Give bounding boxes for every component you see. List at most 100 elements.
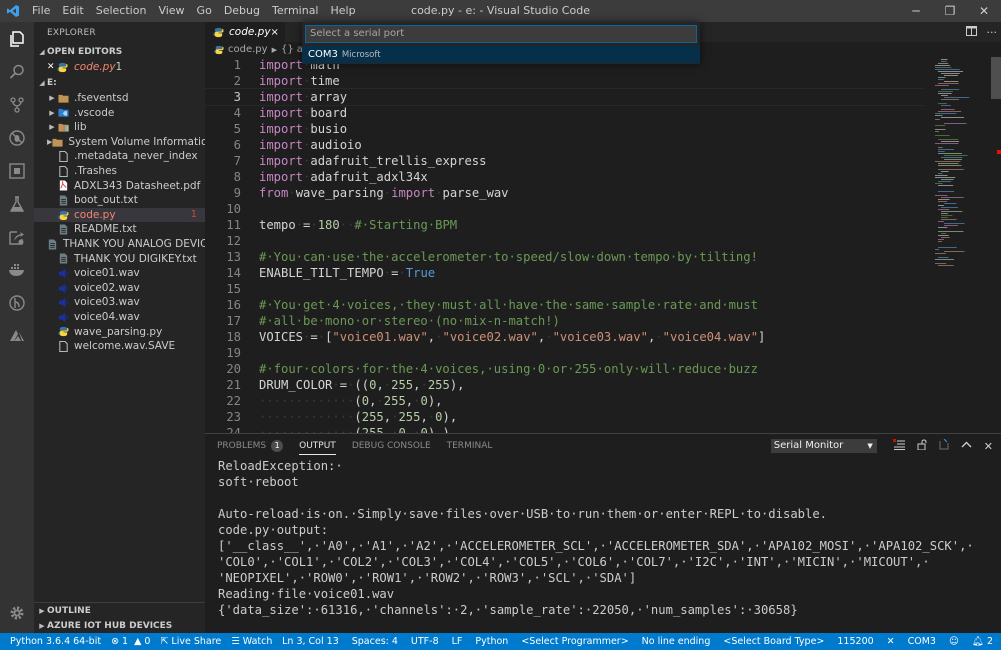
tree-item[interactable]: ▶ System Volume Information — [34, 135, 214, 150]
restore-button[interactable]: ❐ — [933, 0, 967, 22]
tree-item[interactable]: README.txt — [34, 222, 205, 237]
code-line[interactable]: 23 ·············(255,·255,·0), — [205, 409, 925, 425]
code-line[interactable]: 16 #·You·get·4·voices,·they·must·all·have… — [205, 297, 925, 313]
tree-item[interactable]: welcome.wav.SAVE — [34, 339, 205, 354]
open-log-icon[interactable] — [939, 438, 949, 453]
code-line[interactable]: 18 VOICES·=·["voice01.wav",·"voice02.wav"… — [205, 329, 925, 345]
code-line[interactable]: 9 from·wave_parsing·import·parse_wav — [205, 185, 925, 201]
search-icon[interactable] — [0, 55, 34, 88]
code-editor[interactable]: 1 import·math 2 import·time 3 import·array 4 im… — [205, 57, 925, 433]
tab-problems[interactable]: PROBLEMS 1 — [217, 434, 284, 458]
minimize-button[interactable]: ─ — [899, 0, 933, 22]
explorer-icon[interactable] — [0, 22, 34, 55]
live-share-status[interactable]: ⇱ Live Share — [160, 636, 221, 647]
gitlens-icon[interactable] — [0, 286, 34, 319]
outline-section[interactable]: ▶ OUTLINE — [34, 603, 205, 618]
code-line[interactable]: 14 ENABLE_TILT_TEMPO·=·True — [205, 265, 925, 281]
open-editor-item[interactable]: ✕ code.py 1 — [34, 60, 205, 75]
quick-pick-input[interactable]: Select a serial port — [305, 25, 697, 43]
tab-code-py[interactable]: code.py × — [205, 22, 285, 42]
debug-icon[interactable] — [0, 121, 34, 154]
more-actions-icon[interactable]: ··· — [987, 26, 998, 39]
lock-scroll-icon[interactable] — [917, 439, 927, 453]
notifications[interactable]: 🔔︎ 2 — [972, 636, 993, 647]
tree-item[interactable]: ▶ .fseventsd — [34, 91, 205, 106]
scrollbar-thumb[interactable] — [991, 57, 1001, 99]
select-board-type[interactable]: <Select Board Type> — [723, 636, 824, 647]
code-line[interactable]: 5 import·busio — [205, 121, 925, 137]
menu-terminal[interactable]: Terminal — [266, 0, 325, 22]
cursor-position[interactable]: Ln 3, Col 13 — [282, 636, 339, 647]
tree-item[interactable]: .metadata_never_index — [34, 149, 205, 164]
code-line[interactable]: 17 #·all·be·mono·or·stereo·(no·mix-n-matc… — [205, 313, 925, 329]
close-serial-monitor-button[interactable]: ✕ — [887, 636, 895, 647]
minimap[interactable] — [933, 57, 987, 433]
menu-debug[interactable]: Debug — [218, 0, 266, 22]
code-line[interactable]: 12 — [205, 233, 925, 249]
azure-icon[interactable] — [0, 319, 34, 352]
watch-status[interactable]: ☰ Watch — [231, 636, 272, 647]
language-mode[interactable]: Python — [475, 636, 508, 647]
output-console[interactable]: ReloadException:· soft·reboot Auto-reload·… — [205, 458, 1001, 618]
menu-view[interactable]: View — [152, 0, 190, 22]
tree-item[interactable]: voice02.wav — [34, 281, 205, 296]
extensions-icon[interactable] — [0, 154, 34, 187]
baud-rate[interactable]: 115200 — [837, 636, 873, 647]
line-ending-select[interactable]: No line ending — [642, 636, 711, 647]
tree-item[interactable]: voice03.wav — [34, 295, 205, 310]
problems-status[interactable]: ⊗ 1 ▲ 0 — [111, 636, 150, 647]
tree-item[interactable]: ADXL343 Datasheet.pdf — [34, 179, 205, 194]
select-programmer[interactable]: <Select Programmer> — [521, 636, 628, 647]
tree-item[interactable]: THANK YOU ANALOG DEVICES.txt — [34, 237, 239, 252]
code-line[interactable]: 6 import·audioio — [205, 137, 925, 153]
workspace-section[interactable]: ◢ E: — [34, 75, 205, 91]
tree-item[interactable]: code.py 1 — [34, 207, 205, 223]
menu-go[interactable]: Go — [191, 0, 218, 22]
source-control-icon[interactable] — [0, 88, 34, 121]
tab-output[interactable]: OUTPUT — [299, 438, 336, 455]
editor-scrollbar[interactable] — [991, 57, 1001, 433]
test-flask-icon[interactable] — [0, 187, 34, 220]
end-of-line[interactable]: LF — [452, 636, 463, 647]
encoding[interactable]: UTF-8 — [411, 636, 439, 647]
python-interpreter[interactable]: Python 3.6.4 64-bit — [10, 636, 101, 647]
code-line[interactable]: 7 import·adafruit_trellis_express — [205, 153, 925, 169]
tree-item[interactable]: wave_parsing.py — [34, 325, 205, 340]
close-icon[interactable]: ✕ — [47, 60, 57, 75]
tab-debug-console[interactable]: DEBUG CONSOLE — [352, 434, 431, 458]
code-line[interactable]: 3 import·array — [205, 88, 925, 106]
serial-port-select[interactable]: COM3 — [908, 636, 936, 647]
code-line[interactable]: 24 ·············(255,·0,·0),) — [205, 425, 925, 433]
tree-item[interactable]: boot_out.txt — [34, 193, 205, 208]
docker-icon[interactable] — [0, 253, 34, 286]
split-editor-icon[interactable] — [965, 25, 977, 39]
open-editors-section[interactable]: ◢ OPEN EDITORS — [34, 44, 205, 60]
azure-iot-hub-section[interactable]: ▶ AZURE IOT HUB DEVICES — [34, 618, 205, 633]
menu-edit[interactable]: Edit — [56, 0, 89, 22]
clear-output-icon[interactable] — [892, 438, 905, 453]
quick-pick-item[interactable]: COM3 Microsoft — [302, 46, 700, 63]
live-share-icon[interactable] — [0, 220, 34, 253]
code-line[interactable]: 11 tempo·=·180··#·Starting·BPM — [205, 217, 925, 233]
code-line[interactable]: 2 import·time — [205, 73, 925, 89]
breadcrumb-file[interactable]: code.py — [228, 44, 268, 55]
tree-item[interactable]: THANK YOU DIGIKEY.txt — [34, 252, 205, 267]
tree-item[interactable]: .Trashes — [34, 164, 205, 179]
code-line[interactable]: 4 import·board — [205, 105, 925, 121]
menu-help[interactable]: Help — [325, 0, 362, 22]
code-line[interactable]: 13 #·You·can·use·the·accelerometer·to·spe… — [205, 249, 925, 265]
indentation[interactable]: Spaces: 4 — [352, 636, 398, 647]
code-line[interactable]: 8 import·adafruit_adxl34x — [205, 169, 925, 185]
close-panel-icon[interactable]: ✕ — [984, 440, 993, 453]
tab-terminal[interactable]: TERMINAL — [447, 434, 493, 458]
settings-gear-icon[interactable] — [0, 596, 34, 629]
tree-item[interactable]: ▶ lib — [34, 120, 205, 135]
code-line[interactable]: 21 DRUM_COLOR·=·((0,·255,·255), — [205, 377, 925, 393]
menu-file[interactable]: File — [26, 0, 56, 22]
tab-close-icon[interactable]: × — [271, 27, 279, 38]
code-line[interactable]: 15 — [205, 281, 925, 297]
tree-item[interactable]: ▶ .vscode — [34, 106, 205, 121]
code-line[interactable]: 10 — [205, 201, 925, 217]
code-line[interactable]: 22 ·············(0,·255,·0), — [205, 393, 925, 409]
tree-item[interactable]: voice01.wav — [34, 266, 205, 281]
